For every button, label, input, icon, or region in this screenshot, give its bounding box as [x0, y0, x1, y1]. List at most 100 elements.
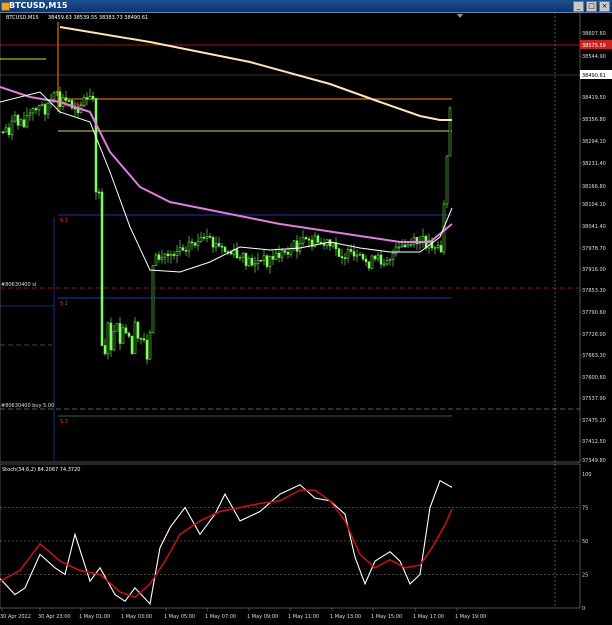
slow-moving-average [59, 26, 452, 121]
stoch-axis: 100 75 50 25 0 [582, 472, 592, 612]
candle-body [82, 97, 86, 106]
price-tick-label: 38356.80 [582, 117, 606, 123]
candle-body [280, 250, 284, 258]
price-tick-label: 38166.80 [582, 184, 606, 190]
candle-body [247, 258, 251, 266]
candle-body [289, 248, 293, 255]
candle-body [163, 253, 167, 258]
price-tick-label: 37600.60 [582, 375, 606, 381]
candle-body [229, 251, 233, 255]
candle-body [7, 127, 11, 136]
candle-body [67, 100, 71, 102]
fast-moving-average [0, 91, 453, 273]
candle-body [91, 95, 95, 99]
candle-body [40, 104, 44, 107]
candle-body [445, 155, 449, 205]
candle-body [13, 114, 17, 122]
s1-label: S 1 [60, 218, 68, 224]
candle-body [433, 247, 437, 249]
candle-body [136, 321, 140, 339]
candle-body [355, 254, 359, 257]
candle-body [148, 332, 152, 360]
candle-body [364, 258, 368, 263]
price-chart[interactable]: BTCUSD,M15 38459.63 38539.55 38383.73 38… [0, 12, 612, 625]
candle-body [175, 251, 179, 256]
candle-body [403, 244, 407, 248]
candle-body [367, 261, 371, 269]
candle-body [154, 254, 158, 266]
candle-body [337, 248, 341, 257]
time-tick-label: 30 Apr 23:00 [38, 614, 71, 620]
candle-body [301, 237, 305, 244]
time-tick-label: 1 May 17:00 [413, 614, 444, 620]
candle-body [190, 241, 194, 244]
candle-body [271, 256, 275, 260]
candle-body [292, 240, 296, 249]
candle-body [103, 345, 107, 354]
candle-body [262, 255, 266, 261]
candle-body [10, 120, 14, 136]
stoch-tick-label: 0 [582, 606, 585, 612]
order-buy-label: #80630400 buy 5.00 [1, 403, 54, 409]
candle-body [253, 263, 257, 266]
time-tick-label: 1 May 07:00 [205, 614, 236, 620]
candle-body [277, 252, 281, 258]
stoch-tick-label: 25 [582, 573, 588, 579]
stoch-label: Stoch(34,6,2) 84.2067 74.3720 [2, 467, 80, 473]
candle-body [397, 246, 401, 249]
candle-body [46, 102, 50, 115]
price-tick-label: 37790.60 [582, 310, 606, 316]
candle-body [352, 251, 356, 257]
main-chart-frame [0, 12, 581, 463]
candle-body [298, 243, 302, 252]
candle-body [205, 236, 209, 239]
price-tick-label: 37853.30 [582, 288, 606, 294]
candle-body [379, 254, 383, 265]
candle-body [373, 255, 377, 260]
candle-body [22, 119, 26, 128]
candle-body [181, 247, 185, 251]
candlestick-series [1, 86, 452, 365]
candle-body [193, 242, 197, 246]
close-button[interactable]: × [599, 1, 610, 12]
time-tick-label: 1 May 05:00 [164, 614, 195, 620]
candle-body [16, 114, 20, 126]
minimize-button[interactable]: _ [573, 1, 584, 12]
candle-body [307, 238, 311, 241]
candle-body [19, 119, 23, 126]
chart-window: BTCUSD,M15 _ □ × BTCUSD,M15 38459.63 385… [0, 0, 612, 625]
candle-body [265, 255, 269, 267]
candle-body [295, 240, 299, 252]
shift-marker-icon[interactable] [457, 14, 463, 18]
candle-body [55, 91, 59, 94]
candle-body [316, 235, 320, 243]
stoch-frame [0, 463, 581, 609]
candle-body [160, 256, 164, 260]
candle-body [412, 237, 416, 245]
candle-body [256, 260, 260, 265]
candle-body [217, 243, 221, 247]
candle-body [121, 327, 125, 344]
candle-body [118, 323, 122, 344]
candle-body [439, 245, 443, 253]
candle-body [346, 249, 350, 259]
s3-label: S 3 [60, 419, 68, 425]
price-axis: 38607.60 38544.90 38419.50 38356.80 38294.10… [580, 31, 606, 464]
candle-body [214, 243, 218, 248]
symbol-label: BTCUSD,M15 [6, 15, 39, 21]
candle-body [100, 191, 104, 346]
time-tick-label: 1 May 09:00 [247, 614, 278, 620]
candle-body [115, 323, 119, 332]
candle-body [409, 243, 413, 246]
candle-body [304, 237, 308, 240]
candle-body [376, 254, 380, 260]
candle-body [238, 256, 242, 259]
candle-body [106, 322, 110, 354]
candle-body [187, 241, 191, 252]
time-tick-label: 1 May 11:00 [288, 614, 319, 620]
time-tick-label: 30 Apr 2022 [0, 614, 31, 620]
candle-body [151, 265, 155, 333]
bid-price-label: 38490.61 [582, 73, 606, 79]
maximize-button[interactable]: □ [586, 1, 597, 12]
price-tick-label: 38231.40 [582, 161, 606, 167]
